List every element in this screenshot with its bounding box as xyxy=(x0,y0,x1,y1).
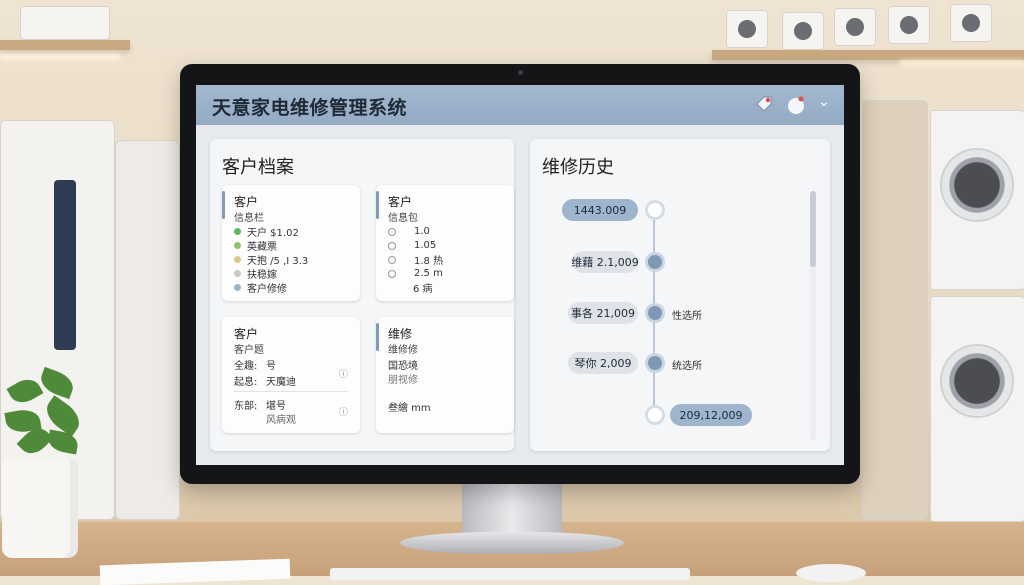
status-dot xyxy=(234,256,241,263)
card-accent xyxy=(376,323,379,351)
tag-icon[interactable] xyxy=(754,95,774,115)
history-note: 性选所 xyxy=(672,311,702,322)
card-heading: 维修 xyxy=(388,327,413,341)
divider xyxy=(234,391,348,392)
tool-wall xyxy=(862,100,928,520)
avatar-icon[interactable] xyxy=(786,95,806,115)
scrollbar[interactable] xyxy=(810,191,816,441)
card-subheading: 客户题 xyxy=(234,345,264,356)
radio-item[interactable]: 1.8 热 xyxy=(388,253,443,267)
scrollbar-thumb[interactable] xyxy=(810,191,816,267)
timeline-node[interactable] xyxy=(648,203,662,217)
shelf-appliance xyxy=(888,6,930,44)
panel-title: 维修历史 xyxy=(542,157,614,178)
panel-title: 客户档案 xyxy=(222,157,294,178)
customer-detail-card[interactable]: 客户 客户题 全趣: 号 起息: 天魔迪 ⓘ 东部: 堪号 风病观 ⓘ xyxy=(222,317,360,433)
card-subheading: 信息包 xyxy=(388,213,418,224)
app-screen: 天意家电维修管理系统 ⌄ 客户档案 客户 信息栏 天户 $1.02 英藏票 天抱… xyxy=(196,85,844,465)
list-item: 天户 $1.02 xyxy=(234,225,299,239)
detail-row: 起息: 天魔迪 xyxy=(234,377,296,388)
right-shelf xyxy=(712,50,1024,60)
chevron-down-icon[interactable]: ⌄ xyxy=(818,94,830,110)
mouse xyxy=(796,564,866,582)
radio-icon xyxy=(388,241,396,250)
card-heading: 客户 xyxy=(234,327,259,341)
history-note: 统选所 xyxy=(672,361,702,372)
timeline-node[interactable] xyxy=(648,408,662,422)
card-subheading: 维修修 xyxy=(388,345,418,356)
radio-icon xyxy=(388,227,396,236)
radio-item[interactable]: 1.05 xyxy=(388,239,436,252)
card-subheading: 信息栏 xyxy=(234,213,264,224)
webcam xyxy=(518,70,523,75)
history-date-pill[interactable]: 事各 21,009 xyxy=(568,302,638,324)
info-icon[interactable]: ⓘ xyxy=(339,367,348,380)
list-item: 英藏票 xyxy=(234,239,277,253)
customer-archive-panel: 客户档案 客户 信息栏 天户 $1.02 英藏票 天抱 /5 ,I 3.3 扶稳… xyxy=(210,139,514,451)
timeline-node[interactable] xyxy=(648,356,662,370)
list-item: 天抱 /5 ,I 3.3 xyxy=(234,253,308,267)
repair-row: 朋视修 xyxy=(388,375,418,386)
card-accent xyxy=(376,191,379,219)
customer-card[interactable]: 客户 信息包 1.0 1.05 1.8 热 2.5 m 6 病 xyxy=(376,185,514,301)
radio-item[interactable]: 2.5 m xyxy=(388,267,443,280)
list-item: 客户修修 xyxy=(234,281,287,295)
timeline-node[interactable] xyxy=(648,255,662,269)
timeline-node[interactable] xyxy=(648,306,662,320)
list-item: 6 病 xyxy=(413,284,433,295)
keyboard xyxy=(330,568,690,580)
detail-row: 东部: 堪号 xyxy=(234,401,286,412)
history-date-pill[interactable]: 琴你 2,009 xyxy=(568,352,638,374)
customer-card[interactable]: 客户 信息栏 天户 $1.02 英藏票 天抱 /5 ,I 3.3 扶稳嫁 客户修… xyxy=(222,185,360,301)
card-accent xyxy=(222,191,225,219)
repair-card[interactable]: 维修 维修修 国恐境 朋视修 叁繪 mm xyxy=(376,317,514,433)
history-date-pill[interactable]: 1443.009 xyxy=(562,199,638,221)
left-shelf-light xyxy=(0,54,120,60)
left-shelf xyxy=(0,40,130,50)
repair-footer: 叁繪 mm xyxy=(388,403,431,414)
card-heading: 客户 xyxy=(234,195,259,209)
top-bar: 天意家电维修管理系统 ⌄ xyxy=(196,85,844,125)
pliers-tool xyxy=(54,180,76,350)
radio-icon xyxy=(388,269,396,278)
radio-icon xyxy=(388,255,396,264)
detail-note: 风病观 xyxy=(266,415,296,426)
app-title: 天意家电维修管理系统 xyxy=(212,97,408,119)
radio-item[interactable]: 1.0 xyxy=(388,225,430,238)
washing-machine xyxy=(930,296,1024,522)
shelf-appliance xyxy=(950,4,992,42)
history-date-pill[interactable]: 209,12,009 xyxy=(670,404,752,426)
status-dot xyxy=(234,242,241,249)
shelf-appliance xyxy=(834,8,876,46)
shelf-appliance xyxy=(782,12,824,50)
refrigerator xyxy=(115,140,180,520)
shelf-appliance xyxy=(726,10,768,48)
status-dot xyxy=(234,284,241,291)
info-icon[interactable]: ⓘ xyxy=(339,405,348,418)
list-item: 扶稳嫁 xyxy=(234,267,277,281)
right-shelf-light xyxy=(900,60,1024,66)
card-heading: 客户 xyxy=(388,195,413,209)
washing-machine xyxy=(930,110,1024,290)
status-dot xyxy=(234,270,241,277)
repair-row: 国恐境 xyxy=(388,361,418,372)
history-date-pill[interactable]: 维藉 2.1,009 xyxy=(571,251,639,273)
detail-row: 全趣: 号 xyxy=(234,361,276,372)
shelf-appliance xyxy=(20,6,110,40)
status-dot xyxy=(234,228,241,235)
monitor-stand-base xyxy=(400,532,624,554)
